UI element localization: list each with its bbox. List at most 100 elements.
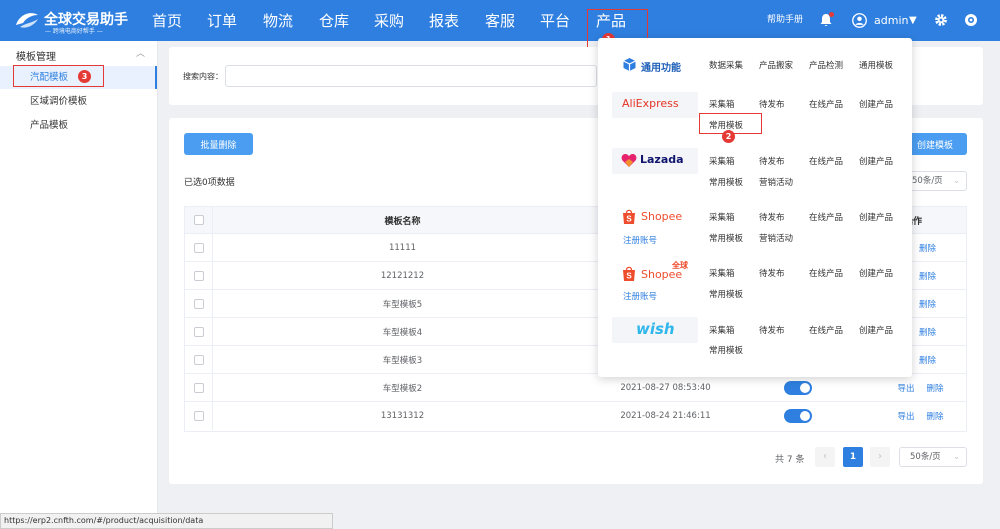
shopee-global-tag: 全球 (672, 261, 688, 270)
delete-link[interactable]: 删除 (927, 410, 944, 422)
row-checkbox[interactable] (193, 298, 204, 309)
row-created-time: 2021-08-27 08:53:40 (620, 382, 711, 393)
nav-home[interactable]: 首页 (147, 0, 187, 41)
brand-logo[interactable]: 全球交易助手 — 跨境电商好帮手 — (14, 7, 130, 35)
row-checkbox[interactable] (193, 382, 204, 393)
shopee-global-pending[interactable]: 待发布 (759, 267, 785, 279)
lazada-pending[interactable]: 待发布 (759, 155, 785, 167)
svg-text:S: S (626, 215, 632, 224)
search-input[interactable] (225, 65, 597, 87)
delete-link[interactable]: 删除 (919, 242, 936, 254)
shopee-pending[interactable]: 待发布 (759, 211, 785, 223)
delete-link[interactable]: 删除 (919, 298, 936, 310)
delete-link[interactable]: 删除 (919, 354, 936, 366)
general-product-migration[interactable]: 产品搬家 (759, 59, 793, 71)
chevron-left-icon: ‹ (823, 451, 827, 462)
select-all-checkbox[interactable] (193, 215, 204, 225)
lazada-collection-box[interactable]: 采集箱 (709, 155, 735, 167)
shopee-global-create-product[interactable]: 创建产品 (859, 267, 893, 279)
shopee-global-collection-box[interactable]: 采集箱 (709, 267, 735, 279)
delete-link[interactable]: 删除 (919, 326, 936, 338)
gear-icon[interactable] (934, 13, 948, 27)
shopee-create-product[interactable]: 创建产品 (859, 211, 893, 223)
avatar-icon (852, 13, 867, 28)
nav-service[interactable]: 客服 (480, 0, 520, 41)
nav-orders[interactable]: 订单 (202, 0, 242, 41)
wish-pending[interactable]: 待发布 (759, 324, 785, 336)
row-status-cell (738, 402, 858, 430)
nav-warehouse[interactable]: 仓库 (314, 0, 354, 41)
chevron-right-icon: › (878, 451, 882, 462)
shopee-register-link[interactable]: 注册账号 (623, 234, 657, 246)
export-link[interactable]: 导出 (897, 382, 914, 394)
page-size-select-bottom[interactable]: 50条/页 ⌄ (899, 447, 967, 467)
status-toggle[interactable] (784, 409, 812, 423)
aliexpress-logo: AliExpress (612, 92, 698, 118)
shopee-common-templates[interactable]: 常用模板 (709, 232, 743, 244)
batch-delete-button[interactable]: 批量删除 (184, 133, 253, 155)
wish-online-products[interactable]: 在线产品 (809, 324, 843, 336)
lazada-logo: Lazada (612, 148, 698, 174)
general-data-collection[interactable]: 数据采集 (709, 59, 743, 71)
row-checkbox[interactable] (193, 242, 204, 253)
aliexpress-create-product[interactable]: 创建产品 (859, 98, 893, 110)
status-toggle[interactable] (784, 380, 812, 395)
row-checkbox[interactable] (193, 326, 204, 337)
lazada-online-products[interactable]: 在线产品 (809, 155, 843, 167)
general-templates[interactable]: 通用模板 (859, 59, 893, 71)
page-size-value: 50条/页 (910, 452, 941, 462)
shopee-global-register-link[interactable]: 注册账号 (623, 290, 657, 302)
lazada-marketing[interactable]: 营销活动 (759, 176, 793, 188)
general-product-check[interactable]: 产品检测 (809, 59, 843, 71)
aliexpress-pending[interactable]: 待发布 (759, 98, 785, 110)
chevron-down-icon: ⌄ (953, 452, 960, 461)
delete-link[interactable]: 删除 (927, 382, 944, 394)
theme-icon[interactable] (964, 13, 978, 27)
row-checkbox[interactable] (193, 270, 204, 281)
wish-collection-box[interactable]: 采集箱 (709, 324, 735, 336)
aliexpress-online-products[interactable]: 在线产品 (809, 98, 843, 110)
page-number-current[interactable]: 1 (843, 447, 863, 467)
table-row: 13131312 2021-08-24 21:46:11 导出 删除 (185, 402, 966, 430)
wish-create-product[interactable]: 创建产品 (859, 324, 893, 336)
shopee-global-common-templates[interactable]: 常用模板 (709, 288, 743, 300)
delete-link[interactable]: 删除 (919, 270, 936, 282)
sidebar-item-regional-pricing[interactable]: 区域调价模板 (0, 90, 157, 113)
nav-purchase[interactable]: 采购 (369, 0, 409, 41)
wish-logo-text: wish (636, 320, 675, 338)
row-status-cell (738, 374, 858, 401)
row-checkbox[interactable] (193, 354, 204, 365)
shopee-collection-box[interactable]: 采集箱 (709, 211, 735, 223)
general-features-title: 通用功能 (641, 63, 681, 74)
sidebar-item-product-template[interactable]: 产品模板 (0, 114, 157, 137)
shopee-marketing[interactable]: 营销活动 (759, 232, 793, 244)
wish-common-templates[interactable]: 常用模板 (709, 344, 743, 356)
shopee-online-products[interactable]: 在线产品 (809, 211, 843, 223)
lazada-create-product[interactable]: 创建产品 (859, 155, 893, 167)
lazada-common-templates[interactable]: 常用模板 (709, 176, 743, 188)
aliexpress-logo-text: AliExpress (622, 97, 679, 110)
chevron-down-icon: ⌄ (953, 176, 960, 185)
header-template-name: 模板名称 (384, 216, 421, 227)
notification-dot (829, 12, 834, 17)
search-label: 搜索内容： (183, 72, 223, 81)
chevron-up-icon[interactable]: ︿ (136, 46, 145, 59)
svg-text:S: S (626, 272, 632, 281)
nav-platform[interactable]: 平台 (535, 0, 575, 41)
prev-page-button[interactable]: ‹ (815, 447, 835, 467)
user-menu[interactable]: admin ▼ (852, 11, 922, 31)
sidebar-title[interactable]: 模板管理 (16, 48, 56, 63)
shopee-global-online-products[interactable]: 在线产品 (809, 267, 843, 279)
next-page-button[interactable]: › (870, 447, 890, 467)
select-all-cell (185, 207, 212, 233)
lazada-logo-text: Lazada (640, 153, 684, 166)
row-checkbox[interactable] (193, 411, 204, 421)
nav-reports[interactable]: 报表 (424, 0, 464, 41)
aliexpress-collection-box[interactable]: 采集箱 (709, 98, 735, 110)
notification-bell-icon[interactable] (818, 12, 834, 28)
export-link[interactable]: 导出 (897, 410, 914, 422)
nav-logistics[interactable]: 物流 (258, 0, 298, 41)
lazada-heart-icon (621, 154, 637, 167)
help-manual-link[interactable]: 帮助手册 (767, 0, 803, 41)
shopee-global-logo: S Shopee 全球 (612, 261, 698, 287)
